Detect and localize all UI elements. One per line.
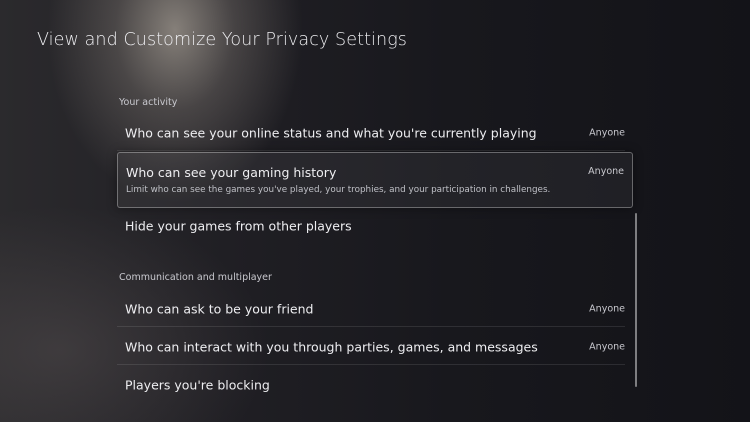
setting-label: Who can see your gaming history [126, 165, 337, 180]
page-title: View and Customize Your Privacy Settings [37, 30, 408, 50]
section-header-communication: Communication and multiplayer [119, 272, 272, 283]
setting-value: Anyone [588, 166, 624, 177]
setting-blocked-players[interactable]: Players you're blocking [117, 367, 625, 403]
setting-hide-games[interactable]: Hide your games from other players [117, 208, 625, 244]
setting-label: Who can interact with you through partie… [125, 339, 538, 355]
setting-friend-requests[interactable]: Who can ask to be your friend Anyone [117, 291, 625, 327]
setting-gaming-history[interactable]: Who can see your gaming history Anyone L… [117, 152, 633, 208]
section-header-your-activity: Your activity [119, 97, 178, 108]
setting-label: Hide your games from other players [125, 218, 352, 234]
setting-description: Limit who can see the games you've playe… [126, 185, 551, 195]
setting-value: Anyone [589, 341, 625, 353]
setting-label: Who can see your online status and what … [125, 125, 537, 141]
scrollbar[interactable] [635, 213, 637, 387]
setting-interactions[interactable]: Who can interact with you through partie… [117, 329, 625, 365]
setting-value: Anyone [589, 303, 625, 315]
setting-label: Players you're blocking [125, 377, 270, 393]
setting-online-status[interactable]: Who can see your online status and what … [117, 115, 625, 151]
setting-value: Anyone [589, 127, 625, 139]
setting-label: Who can ask to be your friend [125, 301, 314, 317]
